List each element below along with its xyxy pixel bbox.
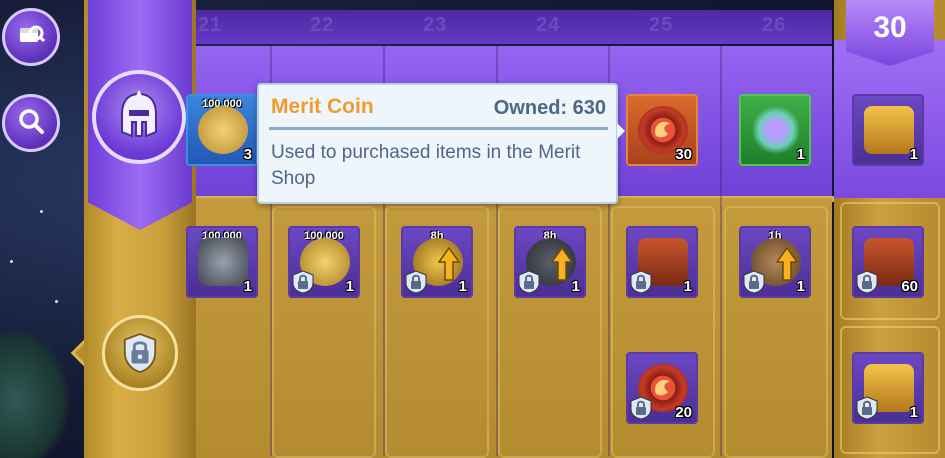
reward-slot-day26-free[interactable]: 1 [739,94,811,166]
vine-decoration [0,330,70,458]
reward-slot-day30-locked[interactable]: 60 [852,226,924,298]
chest-search-icon [16,20,46,54]
tooltip-divider [269,127,608,130]
chest-search-button[interactable] [2,8,60,66]
reward-quantity: 1 [243,278,252,295]
reward-slot-day23-locked[interactable]: 8h 1 [401,226,473,298]
lock-icon [292,270,314,294]
reward-slot-day25-locked[interactable]: 1 [626,226,698,298]
reward-quantity: 1 [796,146,805,163]
tooltip-title: Merit Coin [271,95,374,118]
reward-slot-day24-locked[interactable]: 8h 1 [514,226,586,298]
iron-ore-icon [198,238,248,286]
crystal-plant-icon [751,106,801,154]
reward-quantity: 1 [796,278,805,295]
reward-quantity: 30 [675,146,692,163]
reward-slot-day21-locked[interactable]: 100,000 1 [186,226,258,298]
item-tooltip: Merit Coin Owned: 630 Used to purchased … [257,83,625,204]
gold-pinecone-icon [198,106,248,154]
star-decoration [10,260,13,263]
reward-slot-day30-free[interactable]: 1 [852,94,924,166]
lock-icon [856,270,878,294]
reward-quantity: 1 [458,278,467,295]
day-label-22: 22 [310,14,335,36]
star-decoration [55,300,58,303]
event-calendar-screen: 21 22 23 24 25 26 30 100,000 3 30 1 1 10… [0,0,945,458]
lock-icon [630,396,652,420]
day-label-25: 25 [649,14,674,36]
reward-quantity: 60 [901,278,918,295]
reward-slot-day30-locked-2[interactable]: 1 [852,352,924,424]
star-decoration [40,210,43,213]
tooltip-owned-count: Owned: 630 [493,97,606,119]
column-divider [720,46,722,456]
search-icon [16,106,46,140]
lock-icon [405,270,427,294]
golden-chest-icon [864,106,914,154]
day-label-26: 26 [762,14,787,36]
reward-slot-day21-free[interactable]: 100,000 3 [186,94,258,166]
day-label-23: 23 [423,14,448,36]
reward-quantity: 3 [243,146,252,163]
reward-slot-day25-free[interactable]: 30 [626,94,698,166]
spartan-helmet-icon [112,88,166,146]
reward-slot-day22-locked[interactable]: 100,000 1 [288,226,360,298]
tooltip-description: Used to purchased items in the Merit Sho… [271,142,581,189]
lock-icon [743,270,765,294]
search-button[interactable] [2,94,60,152]
lock-icon [518,270,540,294]
reward-quantity: 1 [571,278,580,295]
reward-quantity: 1 [909,404,918,421]
reward-slot-day26-locked[interactable]: 1h 1 [739,226,811,298]
reward-quantity: 20 [675,404,692,421]
reward-quantity: 1 [683,278,692,295]
lock-shield-icon [102,315,178,391]
day-header-row [196,10,832,44]
lock-icon [630,270,652,294]
reward-quantity: 1 [909,146,918,163]
premium-track-lock[interactable] [70,283,210,423]
reward-quantity: 1 [345,278,354,295]
lock-icon [856,396,878,420]
free-track-emblem[interactable] [92,70,186,164]
day-label-21: 21 [198,14,223,36]
reward-slot-day25-locked-2[interactable]: 20 [626,352,698,424]
day-label-24: 24 [536,14,561,36]
